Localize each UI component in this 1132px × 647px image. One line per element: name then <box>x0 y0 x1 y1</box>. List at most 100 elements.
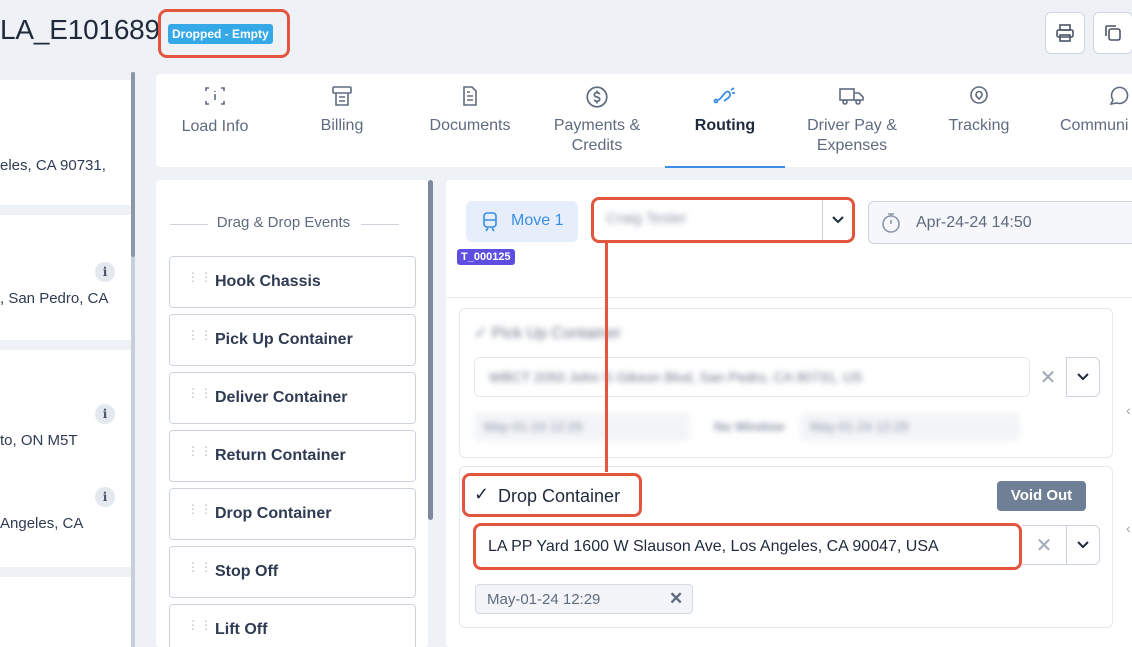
load-id-title: LA_E101689 <box>0 14 160 45</box>
event-label: Deliver Container <box>215 389 348 406</box>
tab-payments-credits[interactable]: Payments & Credits <box>537 74 657 167</box>
left-scrollbar-thumb[interactable] <box>131 72 135 257</box>
address-card: i , San Pedro, CA <box>0 215 132 340</box>
check-icon: ✓ <box>474 484 490 504</box>
drop-title: Drop Container <box>498 486 621 506</box>
drag-handle-icon[interactable]: ⋮⋮ <box>187 561 213 573</box>
section-divider <box>446 297 1132 298</box>
tab-label: Communi <box>1060 117 1129 134</box>
communication-icon <box>1109 86 1129 106</box>
date-value: Apr-24-24 14:50 <box>916 214 1032 231</box>
routing-icon <box>713 87 735 104</box>
event-item-lift-off[interactable]: ⋮⋮ Lift Off <box>169 604 416 647</box>
drop-title-highlight: ✓ Drop Container <box>462 473 642 517</box>
event-item-deliver-container[interactable]: ⋮⋮ Deliver Container <box>169 372 416 424</box>
page-header: LA_E101689 Dropped - Empty <box>0 0 1132 72</box>
documents-icon <box>463 86 477 106</box>
tab-communication[interactable]: Communi <box>1051 74 1132 167</box>
billing-icon <box>332 86 352 106</box>
drop-address-field[interactable]: LA PP Yard 1600 W Slauson Ave, Los Angel… <box>473 523 1022 570</box>
event-label: Lift Off <box>215 621 268 638</box>
date-time-field[interactable]: Apr-24-24 14:50 <box>868 201 1132 244</box>
clear-icon[interactable]: ✕ <box>1022 525 1066 565</box>
drag-handle-icon[interactable]: ⋮⋮ <box>187 387 213 399</box>
info-icon[interactable]: i <box>95 262 115 282</box>
chevron-down-icon[interactable] <box>1066 525 1100 565</box>
event-label: Stop Off <box>215 563 279 580</box>
drop-date: May-01-24 12:29 <box>487 591 601 608</box>
pickup-address: WBCT 2050 John S Gibson Blvd, San Pedro,… <box>489 369 863 385</box>
drag-handle-icon[interactable]: ⋮⋮ <box>187 619 213 631</box>
tab-label: Billing <box>320 117 364 134</box>
drop-date-field[interactable]: May-01-24 12:29 ✕ <box>475 584 693 614</box>
tab-label: Routing <box>694 117 756 134</box>
chevron-down-icon[interactable] <box>822 200 852 240</box>
event-label: Return Container <box>215 447 346 464</box>
trip-badge[interactable]: T_000125 <box>457 249 515 265</box>
event-item-drop-container[interactable]: ⋮⋮ Drop Container <box>169 488 416 540</box>
address-text: , San Pedro, CA <box>0 290 109 307</box>
tab-tracking[interactable]: Tracking <box>919 74 1039 167</box>
tab-load-info[interactable]: Load Info <box>156 74 274 167</box>
drag-handle-icon[interactable]: ⋮⋮ <box>187 329 213 341</box>
event-label: Pick Up Container <box>215 331 353 348</box>
driver-pay-icon <box>839 88 864 105</box>
clear-icon[interactable]: ✕ <box>1030 357 1066 397</box>
tab-driver-pay-expenses[interactable]: Driver Pay & Expenses <box>792 74 912 167</box>
driver-select[interactable]: Craig Tester <box>591 197 855 243</box>
drag-handle-icon[interactable]: ⋮⋮ <box>187 445 213 457</box>
tab-label: Payments & <box>553 117 641 134</box>
drop-container-card: ✓ Drop Container Void Out LA PP Yard 160… <box>459 466 1113 628</box>
copy-button[interactable] <box>1093 12 1132 54</box>
move-label: Move 1 <box>511 212 564 229</box>
info-icon[interactable]: i <box>95 487 115 507</box>
status-badge: Dropped - Empty <box>168 24 273 44</box>
events-scrollbar[interactable] <box>428 180 433 520</box>
pickup-window-label: No Window <box>714 419 785 434</box>
chevron-down-icon[interactable] <box>1066 357 1100 397</box>
address-text: Angeles, CA <box>0 515 84 532</box>
drag-handle-icon[interactable]: ⋮⋮ <box>187 271 213 283</box>
pickup-date-to[interactable]: May-01-24 12:29 <box>800 413 1020 441</box>
tab-label: Driver Pay & <box>807 117 897 134</box>
stopwatch-icon <box>882 213 900 233</box>
print-button[interactable] <box>1045 12 1085 54</box>
pickup-title: ✓ Pick Up Container <box>474 325 621 342</box>
address-card <box>0 577 132 647</box>
tab-documents[interactable]: Documents <box>409 74 531 167</box>
tab-label: Load Info <box>181 118 249 135</box>
address-text: eles, CA 90731, <box>0 157 106 174</box>
address-card: eles, CA 90731, <box>0 80 132 205</box>
status-badge-highlight: Dropped - Empty <box>158 9 290 58</box>
event-item-hook-chassis[interactable]: ⋮⋮ Hook Chassis <box>169 256 416 308</box>
address-card: i to, ON M5T i Angeles, CA <box>0 350 132 567</box>
clear-date-icon[interactable]: ✕ <box>669 589 683 609</box>
info-icon[interactable]: i <box>95 404 115 424</box>
pickup-address-field[interactable]: WBCT 2050 John S Gibson Blvd, San Pedro,… <box>474 357 1030 397</box>
tab-label: Documents <box>429 117 511 134</box>
drag-handle-icon[interactable]: ⋮⋮ <box>187 503 213 515</box>
tab-routing[interactable]: Routing <box>665 74 785 168</box>
tab-billing[interactable]: Billing <box>281 74 403 167</box>
event-item-pick-up-container[interactable]: ⋮⋮ Pick Up Container <box>169 314 416 366</box>
events-title: Drag & Drop Events <box>216 214 351 231</box>
event-label: Drop Container <box>215 505 332 522</box>
tracking-icon <box>970 86 988 104</box>
copy-icon <box>1105 25 1121 41</box>
move-button[interactable]: Move 1 <box>466 201 578 242</box>
drag-drop-events-panel: Drag & Drop Events ⋮⋮ Hook Chassis ⋮⋮ Pi… <box>156 180 428 647</box>
pickup-date-from[interactable]: May-01-24 12:29 <box>474 413 690 441</box>
annotation-connector-line <box>605 242 608 472</box>
tab-label: Tracking <box>948 117 1010 134</box>
tab-label-line2: Expenses <box>816 137 888 154</box>
payments-icon <box>586 86 608 108</box>
printer-icon <box>1056 24 1074 42</box>
event-item-stop-off[interactable]: ⋮⋮ Stop Off <box>169 546 416 598</box>
divider-line <box>361 224 399 225</box>
driver-value: Craig Tester <box>606 210 687 227</box>
event-item-return-container[interactable]: ⋮⋮ Return Container <box>169 430 416 482</box>
tab-label-line2: Credits <box>571 137 623 154</box>
address-text: to, ON M5T <box>0 432 78 449</box>
void-out-button[interactable]: Void Out <box>997 481 1086 511</box>
drop-address: LA PP Yard 1600 W Slauson Ave, Los Angel… <box>488 538 939 555</box>
